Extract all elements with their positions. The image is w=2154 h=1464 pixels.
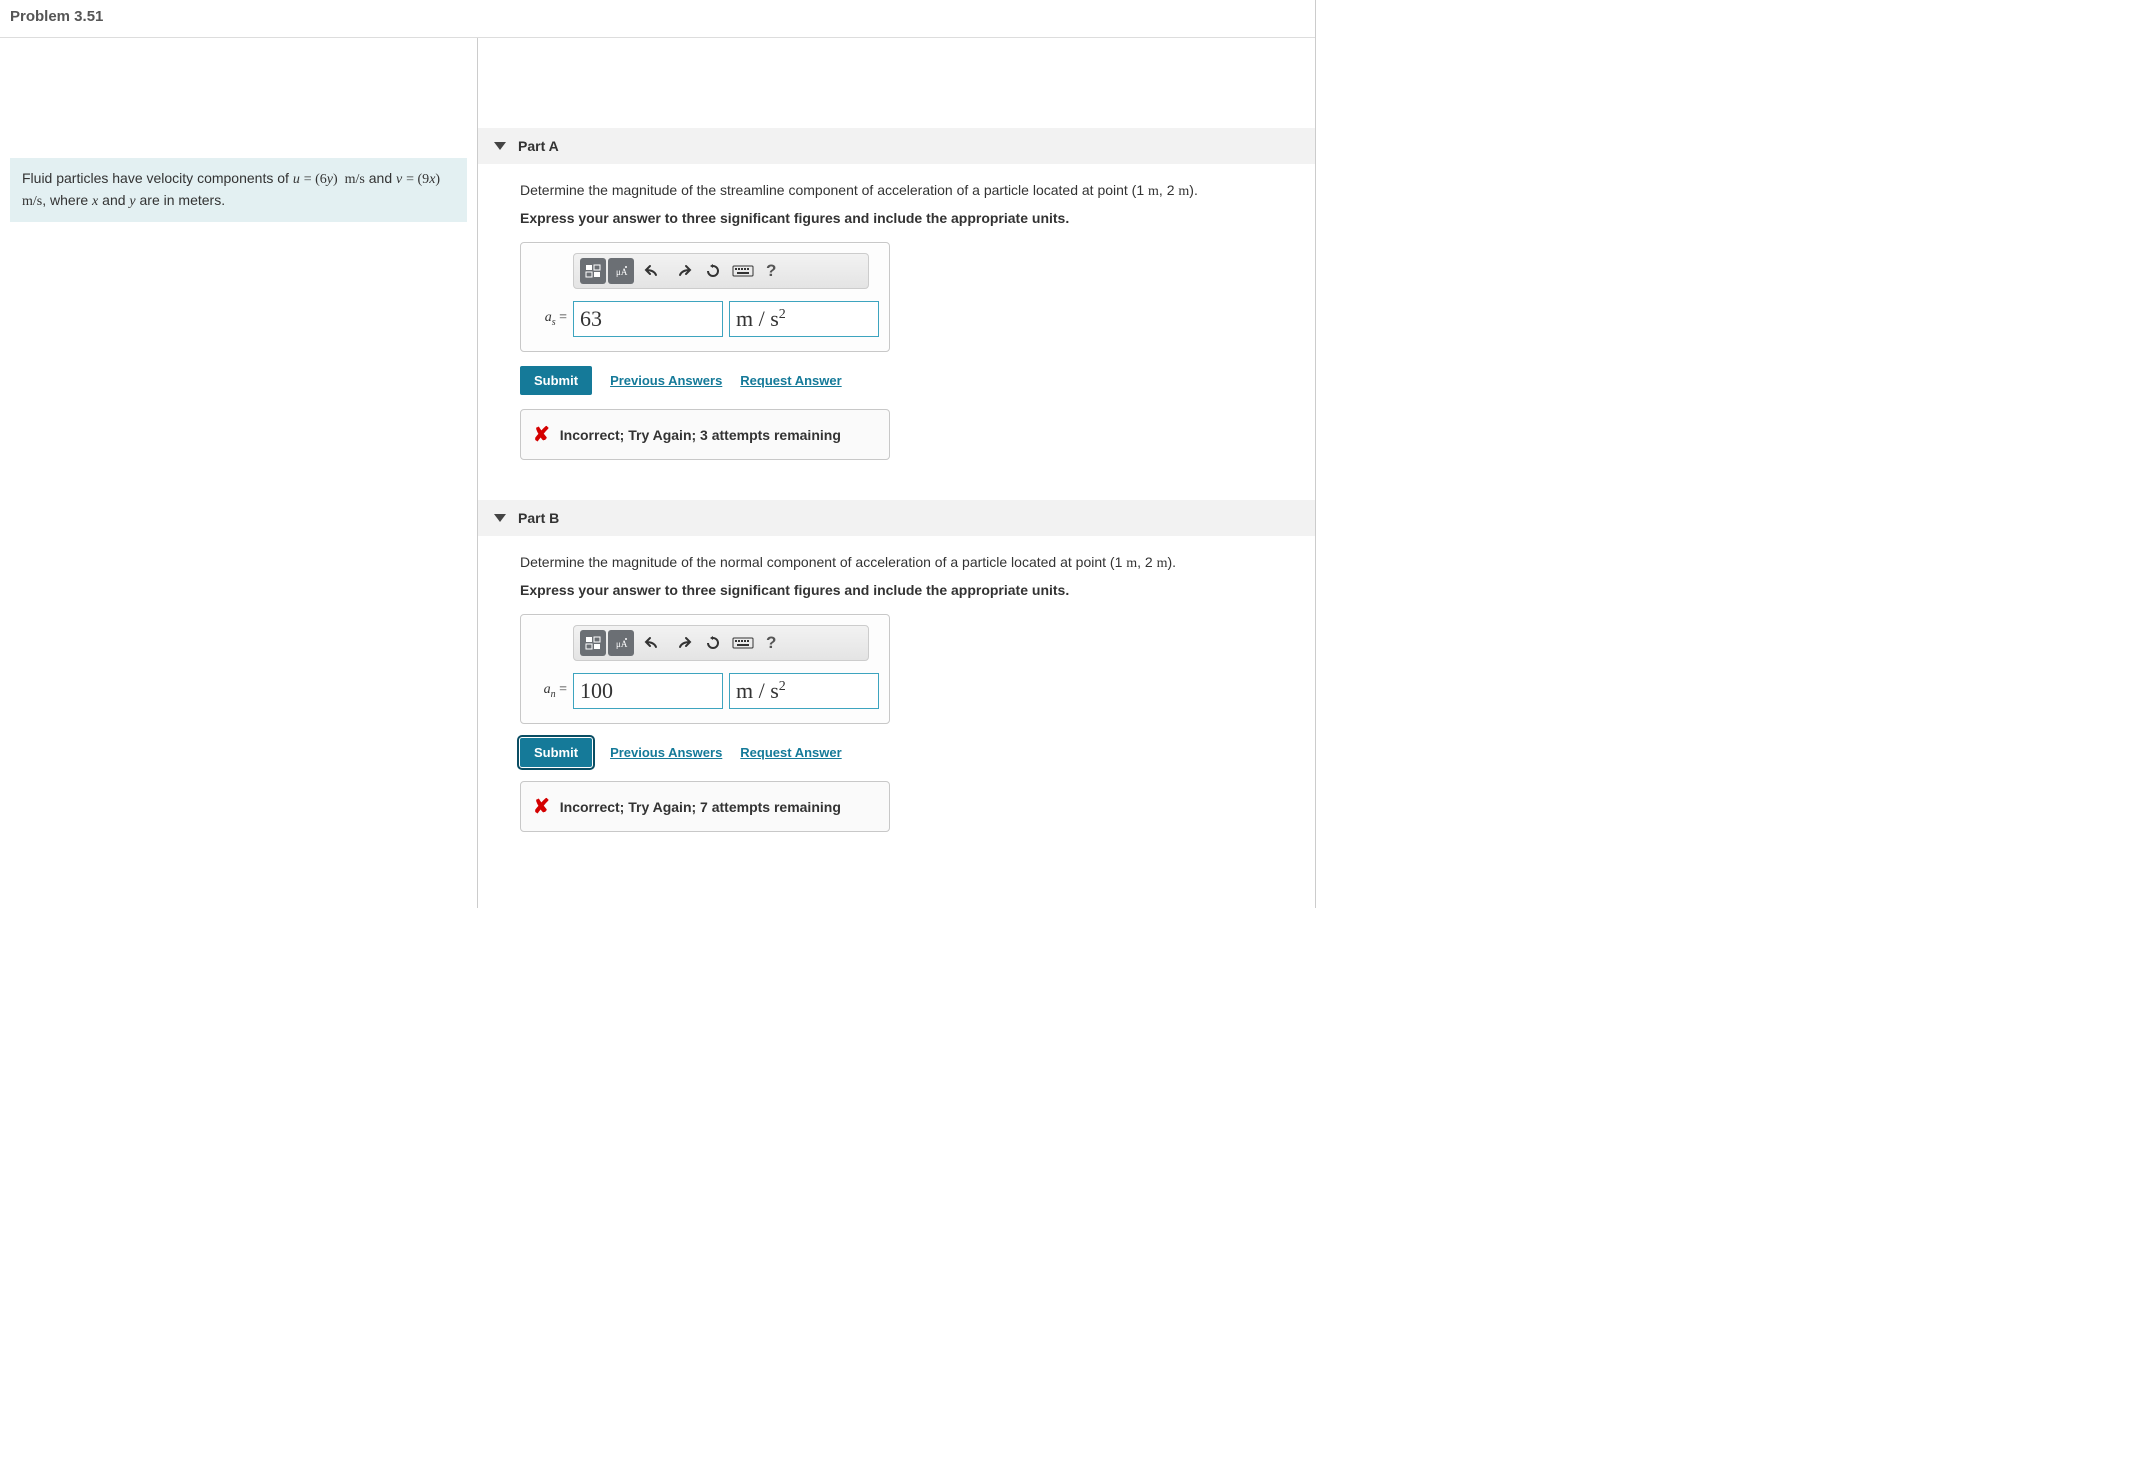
part-b-instruction: Determine the magnitude of the normal co… xyxy=(520,554,1315,572)
symbols-icon[interactable]: μA xyxy=(608,630,634,656)
part-a-label: Part A xyxy=(518,138,559,154)
part-b-feedback-text: Incorrect; Try Again; 7 attempts remaini… xyxy=(560,799,841,815)
part-a: Part A Determine the magnitude of the st… xyxy=(478,128,1315,460)
part-a-variable: as = xyxy=(531,310,567,328)
part-b-answer-box: μA xyxy=(520,614,890,724)
problem-statement: Fluid particles have velocity components… xyxy=(10,158,467,222)
chevron-down-icon xyxy=(494,514,506,522)
symbols-icon[interactable]: μA xyxy=(608,258,634,284)
part-b-actions: Submit Previous Answers Request Answer xyxy=(520,738,1315,767)
reset-icon[interactable] xyxy=(702,260,724,282)
incorrect-icon: ✘ xyxy=(533,422,550,447)
redo-icon[interactable] xyxy=(672,260,694,282)
part-b-feedback: ✘ Incorrect; Try Again; 7 attempts remai… xyxy=(520,781,890,832)
undo-icon[interactable] xyxy=(642,632,664,654)
part-b-submit-button[interactable]: Submit xyxy=(520,738,592,767)
equation-toolbar: μA xyxy=(573,253,869,289)
part-a-unit-input[interactable]: m / s2 xyxy=(729,301,879,337)
part-a-submit-button[interactable]: Submit xyxy=(520,366,592,395)
part-b-request-answer-link[interactable]: Request Answer xyxy=(740,745,841,760)
part-b-variable: an = xyxy=(531,682,567,700)
math-v-eq: v xyxy=(396,172,402,187)
templates-icon[interactable] xyxy=(580,630,606,656)
equation-toolbar: μA xyxy=(573,625,869,661)
redo-icon[interactable] xyxy=(672,632,694,654)
part-b-label: Part B xyxy=(518,510,559,526)
statement-text: Fluid particles have velocity components… xyxy=(22,170,293,186)
part-a-request-answer-link[interactable]: Request Answer xyxy=(740,373,841,388)
problem-header: Problem 3.51 xyxy=(0,0,1315,38)
svg-text:μA: μA xyxy=(616,639,628,649)
part-b-unit-input[interactable]: m / s2 xyxy=(729,673,879,709)
keyboard-icon[interactable] xyxy=(732,632,754,654)
math-u-eq: u xyxy=(293,172,300,187)
chevron-down-icon xyxy=(494,142,506,150)
part-a-instruction: Determine the magnitude of the streamlin… xyxy=(520,182,1315,200)
part-b: Part B Determine the magnitude of the no… xyxy=(478,500,1315,832)
problem-title: Problem 3.51 xyxy=(10,8,1305,25)
part-a-answer-box: μA xyxy=(520,242,890,352)
part-a-actions: Submit Previous Answers Request Answer xyxy=(520,366,1315,395)
part-a-feedback: ✘ Incorrect; Try Again; 3 attempts remai… xyxy=(520,409,890,460)
part-b-header[interactable]: Part B xyxy=(478,500,1315,536)
part-a-express: Express your answer to three significant… xyxy=(520,210,1315,226)
undo-icon[interactable] xyxy=(642,260,664,282)
reset-icon[interactable] xyxy=(702,632,724,654)
keyboard-icon[interactable] xyxy=(732,260,754,282)
part-a-header[interactable]: Part A xyxy=(478,128,1315,164)
svg-text:μA: μA xyxy=(616,267,628,277)
help-icon[interactable]: ? xyxy=(762,261,780,281)
part-b-express: Express your answer to three significant… xyxy=(520,582,1315,598)
templates-icon[interactable] xyxy=(580,258,606,284)
part-a-previous-answers-link[interactable]: Previous Answers xyxy=(610,373,722,388)
part-b-value-input[interactable] xyxy=(573,673,723,709)
help-icon[interactable]: ? xyxy=(762,633,780,653)
incorrect-icon: ✘ xyxy=(533,794,550,819)
part-a-feedback-text: Incorrect; Try Again; 3 attempts remaini… xyxy=(560,427,841,443)
part-a-value-input[interactable] xyxy=(573,301,723,337)
part-b-previous-answers-link[interactable]: Previous Answers xyxy=(610,745,722,760)
